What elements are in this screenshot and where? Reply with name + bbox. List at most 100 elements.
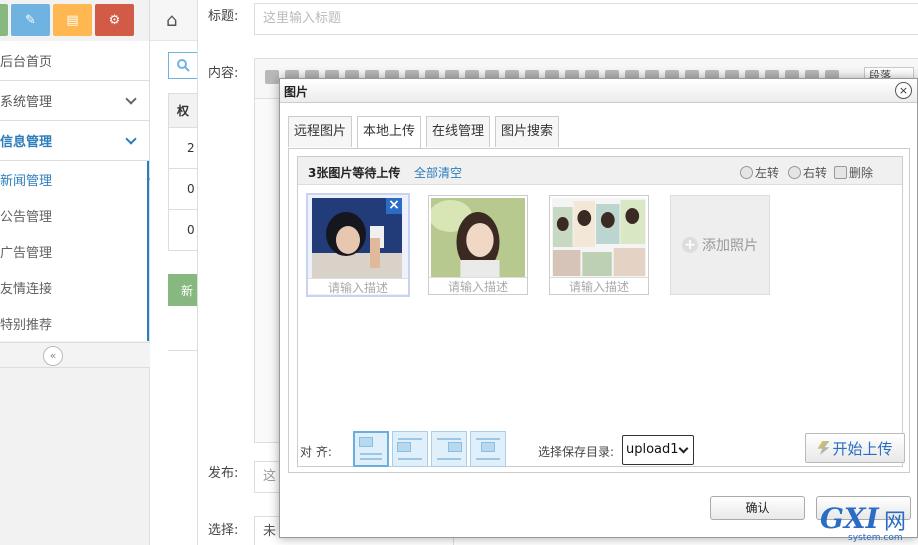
clear-all-link[interactable]: 全部清空	[414, 164, 462, 181]
align-label: 对 齐:	[300, 445, 332, 459]
delete-icon	[834, 166, 847, 179]
sidebar-subitem-featured[interactable]: 特别推荐	[0, 305, 147, 341]
align-line	[437, 458, 461, 460]
sidebar-subitem-label: 友情连接	[0, 281, 53, 297]
align-none-icon	[359, 437, 373, 447]
add-photo-label: 添加照片	[702, 238, 758, 254]
image-dialog: 图片 × 远程图片 本地上传 在线管理 图片搜索 3张图片等待上传 全部清空 左…	[279, 78, 918, 538]
align-line	[476, 438, 500, 440]
align-right-icon	[448, 442, 462, 452]
dialog-title: 图片	[284, 85, 309, 99]
check-icon[interactable]	[0, 4, 8, 36]
thumbnail-item[interactable]: 请输入描述	[549, 195, 649, 295]
sidebar-item-info[interactable]: 信息管理	[0, 121, 149, 161]
tab-online-manage[interactable]: 在线管理	[426, 116, 491, 147]
sidebar-subitem-label: 特别推荐	[0, 317, 53, 333]
remove-thumbnail-icon[interactable]: ×	[386, 198, 402, 214]
close-icon[interactable]: ×	[895, 82, 912, 99]
align-line	[398, 458, 422, 460]
thumbnail-description-input[interactable]: 请输入描述	[429, 277, 527, 294]
confirm-button[interactable]: 确认	[710, 496, 805, 520]
sidebar-subitem-news[interactable]: 新闻管理	[0, 161, 159, 197]
align-right-button[interactable]	[431, 431, 467, 467]
chevron-down-icon	[125, 92, 137, 105]
align-center-button[interactable]	[470, 431, 506, 467]
divider	[168, 350, 198, 351]
align-line	[360, 458, 382, 460]
upload-panel: 3张图片等待上传 全部清空 左转 右转 删除 × 请输入描述 请输入描述 请输入…	[288, 148, 910, 473]
dialog-header: 图片 ×	[280, 79, 917, 103]
align-center-icon	[481, 442, 495, 452]
align-line	[398, 438, 422, 440]
publish-label: 发布:	[208, 466, 239, 481]
title-input[interactable]: 这里输入标题	[254, 3, 918, 35]
sidebar-item-label: 信息管理	[0, 135, 53, 150]
save-directory-value: upload1	[626, 442, 679, 457]
align-line	[360, 453, 382, 455]
dialog-tabs: 远程图片 本地上传 在线管理 图片搜索	[288, 116, 560, 148]
sidebar-subitem-label: 广告管理	[0, 245, 53, 261]
rotate-right-button[interactable]: 右转	[788, 164, 827, 181]
upload-queue: 3张图片等待上传 全部清空 左转 右转 删除 × 请输入描述 请输入描述 请输入…	[297, 156, 903, 467]
tab-image-search[interactable]: 图片搜索	[495, 116, 560, 147]
thumbnail-item[interactable]: × 请输入描述	[306, 193, 410, 297]
shortcut-bar: ✎ ▤ ⚙	[0, 0, 149, 41]
thumbnail-item[interactable]: 请输入描述	[428, 195, 528, 295]
sidebar-subitem-label: 公告管理	[0, 209, 53, 225]
pencil-icon[interactable]: ✎	[11, 4, 50, 36]
delete-button[interactable]: 删除	[834, 164, 873, 181]
sidebar-item-home[interactable]: 后台首页	[0, 41, 149, 81]
upload-icon	[817, 441, 830, 455]
save-directory-label: 选择保存目录:	[538, 445, 615, 459]
thumbnail-description-input[interactable]: 请输入描述	[308, 278, 408, 295]
table-cell: 2	[168, 128, 198, 169]
delete-label: 删除	[849, 166, 874, 180]
collapse-double-left-icon[interactable]: «	[43, 346, 63, 366]
sidebar-item-label: 后台首页	[0, 55, 53, 70]
tab-remote-image[interactable]: 远程图片	[288, 116, 353, 147]
title-label: 标题:	[208, 9, 239, 24]
sidebar-subitem-links[interactable]: 友情连接	[0, 269, 147, 305]
align-left-icon	[397, 442, 411, 452]
sidebar-collapse-bar: «	[0, 342, 150, 368]
table-header-cell: 权	[168, 93, 198, 128]
cogs-icon[interactable]: ⚙	[95, 4, 134, 36]
align-line	[476, 458, 500, 460]
tab-local-upload[interactable]: 本地上传	[357, 116, 422, 148]
start-upload-button[interactable]: 开始上传	[805, 433, 905, 463]
site-watermark: GXI 网 system.com	[818, 502, 918, 545]
align-none-button[interactable]	[353, 431, 389, 467]
align-left-button[interactable]	[392, 431, 428, 467]
rotate-left-icon	[740, 166, 753, 179]
list-panel: 权 2 0 0 新	[150, 0, 198, 545]
undo-icon[interactable]	[265, 70, 279, 84]
chevron-down-icon	[678, 443, 689, 454]
sidebar-item-label: 系统管理	[0, 95, 53, 110]
rotate-left-button[interactable]: 左转	[740, 164, 779, 181]
search-icon	[176, 59, 190, 72]
sidebar-subitem-notice[interactable]: 公告管理	[0, 197, 147, 233]
watermark-wang: 网	[884, 510, 907, 535]
thumbnail-description-input[interactable]: 请输入描述	[550, 277, 648, 294]
add-new-button[interactable]: 新	[168, 274, 198, 306]
search-button[interactable]	[168, 52, 198, 79]
plus-icon: +	[682, 237, 698, 253]
table-cell: 0	[168, 169, 198, 210]
sidebar-subitem-ads[interactable]: 广告管理	[0, 233, 147, 269]
thumbnail-image	[552, 198, 646, 278]
submenu-info: 新闻管理 公告管理 广告管理 友情连接 特别推荐	[0, 161, 159, 341]
book-icon[interactable]: ▤	[53, 4, 92, 36]
upload-options: 对 齐: 选择保存目录: upload1 开始上传	[288, 431, 910, 471]
add-photo-button[interactable]: + 添加照片	[670, 195, 770, 295]
queue-status: 3张图片等待上传	[308, 166, 401, 180]
sidebar: ✎ ▤ ⚙ 后台首页 系统管理 信息管理 新闻管理 公告管理 广告管理 友情连接…	[0, 0, 159, 545]
chevron-down-icon	[125, 132, 137, 145]
watermark-brand: GXI	[820, 502, 879, 535]
content-label: 内容:	[208, 66, 239, 81]
sidebar-item-system[interactable]: 系统管理	[0, 81, 149, 121]
home-icon[interactable]: ⌂	[166, 10, 177, 31]
rotate-right-label: 右转	[803, 166, 828, 180]
select-label: 选择:	[208, 523, 239, 538]
save-directory-select[interactable]: upload1	[622, 435, 694, 465]
rotate-left-label: 左转	[755, 166, 780, 180]
